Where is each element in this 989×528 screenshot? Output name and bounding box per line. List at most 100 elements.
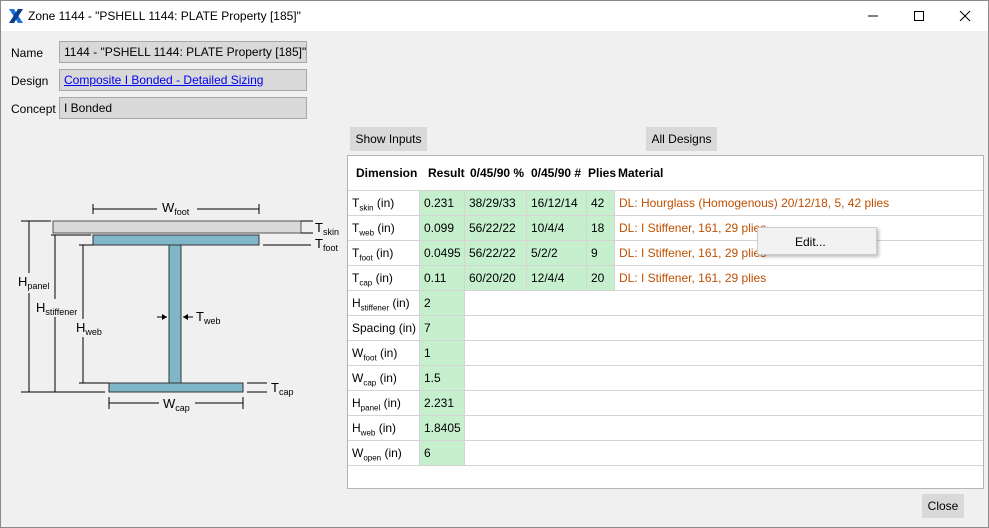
dimension-subscript: stiffener bbox=[360, 303, 389, 313]
design-link[interactable]: Composite I Bonded - Detailed Sizing bbox=[64, 73, 263, 87]
num-cell[interactable]: 12/4/4 bbox=[527, 266, 587, 290]
col-header-pct[interactable]: 0/45/90 % bbox=[466, 156, 528, 190]
table-row[interactable]: Spacing (in) 7 bbox=[348, 316, 983, 341]
dimension-unit: (in) bbox=[374, 221, 395, 235]
table-row[interactable]: Hstiffener (in) 2 bbox=[348, 291, 983, 316]
material-cell[interactable]: DL: Hourglass (Homogenous) 20/12/18, 5, … bbox=[615, 191, 983, 215]
result-cell[interactable]: 2 bbox=[420, 291, 465, 315]
result-cell[interactable]: 0.11 bbox=[420, 266, 465, 290]
minimize-icon bbox=[868, 15, 878, 17]
dimension-unit: (in) bbox=[375, 421, 397, 435]
concept-label: Concept bbox=[11, 102, 56, 116]
table-row[interactable]: Wopen (in) 6 bbox=[348, 441, 983, 466]
dimension-subscript: web bbox=[360, 428, 376, 438]
dimension-cell[interactable]: Hweb (in) bbox=[348, 416, 420, 440]
pct-cell[interactable]: 56/22/22 bbox=[465, 241, 527, 265]
t-foot-label: Tfoot bbox=[315, 236, 338, 253]
table-row[interactable]: Tweb (in) 0.099 56/22/22 10/4/4 18 DL: I Stif… bbox=[348, 216, 983, 241]
name-field[interactable]: 1144 - "PSHELL 1144: PLATE Property [185… bbox=[59, 41, 307, 63]
close-button[interactable]: Close bbox=[922, 494, 964, 518]
col-header-num[interactable]: 0/45/90 # bbox=[527, 156, 587, 190]
minimize-button[interactable] bbox=[850, 1, 896, 31]
num-cell[interactable]: 10/4/4 bbox=[527, 216, 587, 240]
dimension-cell[interactable]: Tweb (in) bbox=[348, 216, 420, 240]
pct-cell[interactable]: 56/22/22 bbox=[465, 216, 527, 240]
plies-cell[interactable]: 20 bbox=[587, 266, 615, 290]
t-skin-label: Tskin bbox=[315, 220, 339, 237]
design-field[interactable]: Composite I Bonded - Detailed Sizing bbox=[59, 69, 307, 91]
empty-cell bbox=[465, 366, 983, 390]
maximize-button[interactable] bbox=[896, 1, 942, 31]
dimension-cell[interactable]: Spacing (in) bbox=[348, 316, 420, 340]
result-cell[interactable]: 6 bbox=[420, 441, 465, 465]
results-table[interactable]: Dimension Result 0/45/90 % 0/45/90 # Pli… bbox=[347, 155, 984, 489]
table-row[interactable]: Tfoot (in) 0.0495 56/22/22 5/2/2 9 DL: I Stif… bbox=[348, 241, 983, 266]
name-label: Name bbox=[11, 46, 44, 60]
plies-cell[interactable]: 18 bbox=[587, 216, 615, 240]
context-menu-edit[interactable]: Edit... bbox=[795, 235, 826, 249]
dimension-symbol: Spacing bbox=[352, 321, 396, 335]
t-cap-label: Tcap bbox=[271, 380, 293, 397]
result-cell[interactable]: 1 bbox=[420, 341, 465, 365]
maximize-icon bbox=[914, 11, 924, 21]
foot-flange bbox=[92, 234, 260, 246]
dimension-subscript: skin bbox=[359, 203, 374, 213]
window-title: Zone 1144 - "PSHELL 1144: PLATE Property… bbox=[28, 9, 301, 23]
skin-plate bbox=[52, 220, 302, 234]
plies-cell[interactable]: 42 bbox=[587, 191, 615, 215]
dimension-cell[interactable]: Tskin (in) bbox=[348, 191, 420, 215]
num-cell[interactable]: 16/12/14 bbox=[527, 191, 587, 215]
dimension-unit: (in) bbox=[373, 196, 395, 210]
dialog-window: Zone 1144 - "PSHELL 1144: PLATE Property… bbox=[0, 0, 989, 528]
dimension-unit: (in) bbox=[372, 271, 393, 285]
result-cell[interactable]: 1.5 bbox=[420, 366, 465, 390]
design-label: Design bbox=[11, 74, 49, 88]
material-cell[interactable]: DL: I Stiffener, 161, 29 plies bbox=[615, 266, 983, 290]
dimension-subscript: panel bbox=[360, 403, 381, 413]
dimension-subscript: open bbox=[363, 453, 382, 463]
pct-cell[interactable]: 60/20/20 bbox=[465, 266, 527, 290]
table-row[interactable]: Tskin (in) 0.231 38/29/33 16/12/14 42 DL: Hou… bbox=[348, 191, 983, 216]
empty-cell bbox=[465, 316, 983, 340]
all-designs-button[interactable]: All Designs bbox=[646, 127, 717, 151]
dimension-unit: (in) bbox=[395, 321, 417, 335]
concept-field[interactable]: I Bonded bbox=[59, 97, 307, 119]
dimension-subscript: cap bbox=[363, 378, 377, 388]
dimension-symbol: H bbox=[352, 296, 361, 310]
table-row[interactable]: Hpanel (in) 2.231 bbox=[348, 391, 983, 416]
result-cell[interactable]: 0.099 bbox=[420, 216, 465, 240]
dimension-unit: (in) bbox=[372, 246, 394, 260]
dimension-cell[interactable]: Wopen (in) bbox=[348, 441, 420, 465]
result-cell[interactable]: 7 bbox=[420, 316, 465, 340]
dimension-cell[interactable]: Wfoot (in) bbox=[348, 341, 420, 365]
dimension-unit: (in) bbox=[381, 446, 402, 460]
dimension-unit: (in) bbox=[388, 296, 410, 310]
col-header-dimension[interactable]: Dimension bbox=[352, 156, 422, 190]
close-icon bbox=[959, 10, 971, 22]
empty-cell bbox=[465, 341, 983, 365]
col-header-material[interactable]: Material bbox=[614, 156, 694, 190]
empty-cell bbox=[465, 291, 983, 315]
show-inputs-button[interactable]: Show Inputs bbox=[350, 127, 427, 151]
result-cell[interactable]: 0.231 bbox=[420, 191, 465, 215]
table-row[interactable]: Wfoot (in) 1 bbox=[348, 341, 983, 366]
plies-cell[interactable]: 9 bbox=[587, 241, 615, 265]
table-row[interactable]: Wcap (in) 1.5 bbox=[348, 366, 983, 391]
dimension-cell[interactable]: Hpanel (in) bbox=[348, 391, 420, 415]
dimension-symbol: H bbox=[352, 421, 361, 435]
col-header-plies[interactable]: Plies bbox=[584, 156, 618, 190]
result-cell[interactable]: 1.8405 bbox=[420, 416, 465, 440]
result-cell[interactable]: 0.0495 bbox=[420, 241, 465, 265]
col-header-result[interactable]: Result bbox=[424, 156, 468, 190]
pct-cell[interactable]: 38/29/33 bbox=[465, 191, 527, 215]
num-cell[interactable]: 5/2/2 bbox=[527, 241, 587, 265]
dimension-cell[interactable]: Wcap (in) bbox=[348, 366, 420, 390]
title-bar: Zone 1144 - "PSHELL 1144: PLATE Property… bbox=[1, 1, 988, 31]
table-row[interactable]: Tcap (in) 0.11 60/20/20 12/4/4 20 DL: I Stiff… bbox=[348, 266, 983, 291]
dimension-cell[interactable]: Tfoot (in) bbox=[348, 241, 420, 265]
close-window-button[interactable] bbox=[942, 1, 988, 31]
table-row[interactable]: Hweb (in) 1.8405 bbox=[348, 416, 983, 441]
dimension-cell[interactable]: Hstiffener (in) bbox=[348, 291, 420, 315]
dimension-cell[interactable]: Tcap (in) bbox=[348, 266, 420, 290]
result-cell[interactable]: 2.231 bbox=[420, 391, 465, 415]
